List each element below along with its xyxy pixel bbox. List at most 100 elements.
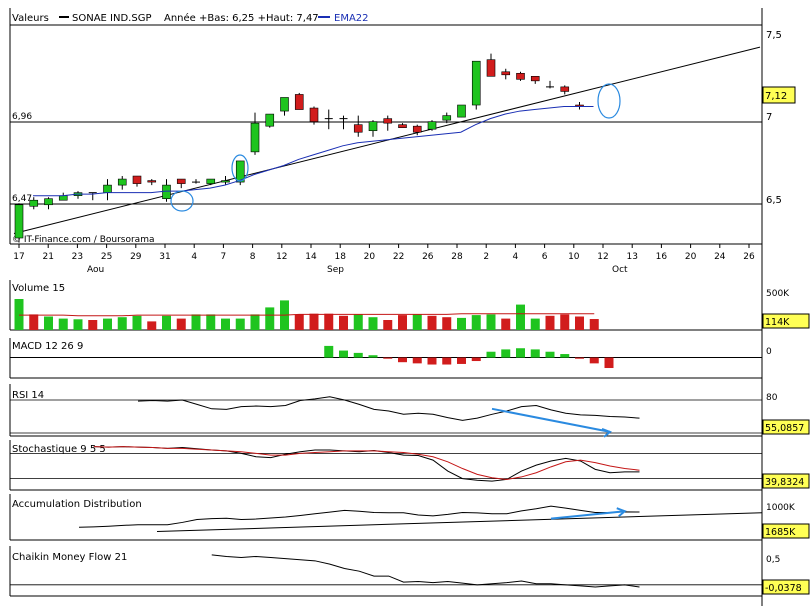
candle-up: [471, 60, 481, 106]
candle-down: [147, 180, 157, 183]
candle-down: [560, 86, 570, 92]
candle-up: [58, 195, 68, 201]
volume-bar: [162, 315, 171, 330]
month-label-sep: Sep: [327, 265, 344, 275]
macd-bar: [486, 351, 496, 358]
volume-bar: [250, 314, 260, 330]
candle-up: [44, 198, 53, 206]
x-tick-label: 29: [130, 252, 142, 262]
volume-bar: [368, 317, 378, 330]
panel-tick: 500K: [766, 289, 790, 299]
panel-current-value: 39,8324: [765, 477, 804, 488]
volume-bar: [265, 307, 275, 330]
candle-up: [103, 184, 112, 193]
volume-bar: [339, 315, 348, 330]
volume-bar: [398, 315, 407, 330]
volume-bar: [486, 314, 496, 330]
volume-bar: [545, 315, 555, 330]
volume-bar: [44, 316, 53, 330]
panel-title: Chaikin Money Flow 21: [12, 552, 127, 563]
panel-tick: 80: [766, 393, 778, 403]
volume-bar: [530, 318, 540, 330]
copyright: © IT-Finance.com / Boursorama: [12, 235, 154, 245]
panel-tick: 0: [766, 347, 772, 357]
volume-bar: [117, 317, 127, 330]
macd-bar: [560, 354, 570, 358]
volume-bar: [457, 317, 466, 330]
macd-bar: [471, 357, 481, 362]
legend-ema: EMA22: [334, 13, 369, 24]
candle-up: [250, 122, 260, 153]
candle-up: [427, 121, 437, 130]
x-tick-label: 23: [72, 252, 83, 262]
candle-down: [294, 94, 304, 110]
volume-bar: [176, 318, 186, 330]
volume-bar: [14, 299, 24, 330]
price-tick-1: 7,5: [766, 30, 782, 41]
candle-up: [117, 178, 127, 186]
chart-svg: Valeurs SONAE IND.SGP Année +Bas: 6,25 +…: [0, 0, 812, 606]
candle-down: [353, 124, 363, 133]
x-tick-label: 26: [422, 252, 434, 262]
panel-title: Volume 15: [12, 283, 65, 294]
level-label-1: 6,96: [12, 112, 32, 122]
volume-bar: [412, 314, 422, 330]
x-tick-label: 4: [191, 252, 197, 262]
x-tick-label: 22: [393, 252, 404, 262]
candle-up: [280, 97, 289, 112]
volume-bar: [383, 320, 393, 330]
macd-bar: [383, 357, 393, 359]
x-tick-label: 25: [101, 252, 112, 262]
candle-up: [442, 115, 452, 121]
x-tick-label: 12: [597, 252, 608, 262]
x-tick-label: 16: [656, 252, 668, 262]
price-tick-3: 6,5: [766, 195, 782, 206]
legend-range: Année +Bas: 6,25 +Haut: 7,47: [164, 12, 319, 24]
candle-down: [132, 175, 142, 184]
volume-bar: [73, 319, 83, 330]
level-label-2: 6,47: [12, 194, 32, 204]
macd-bar: [412, 357, 422, 364]
macd-bar: [501, 349, 511, 358]
panel-current-value: 1685K: [765, 527, 796, 538]
macd-bar: [589, 357, 599, 364]
volume-bar: [103, 318, 112, 330]
x-tick-label: 26: [743, 252, 755, 262]
candle-down: [309, 107, 319, 122]
candle-up: [206, 178, 216, 184]
legend-prefix: Valeurs: [12, 13, 49, 24]
x-tick-label: 13: [626, 252, 637, 262]
macd-bar: [368, 355, 378, 358]
candle-up: [29, 199, 39, 207]
candle-down: [176, 178, 186, 184]
candle-up: [162, 184, 171, 200]
candle-down: [530, 76, 540, 82]
x-tick-label: 21: [42, 252, 53, 262]
x-tick-label: 20: [364, 252, 376, 262]
volume-bar: [442, 317, 452, 330]
x-tick-label: 6: [542, 252, 548, 262]
volume-bar: [516, 304, 525, 330]
panel-tick: 0,5: [766, 555, 780, 565]
x-tick-label: 20: [685, 252, 697, 262]
x-tick-label: 10: [568, 252, 580, 262]
candle-up: [221, 180, 230, 183]
volume-bar: [294, 314, 304, 330]
volume-bar: [575, 316, 584, 330]
volume-bar: [501, 318, 511, 330]
volume-bar: [147, 321, 157, 330]
volume-bar: [206, 314, 216, 330]
volume-bar: [235, 318, 245, 330]
panel-title: Accumulation Distribution: [12, 499, 142, 510]
price-tick-2: 7: [766, 112, 772, 123]
candle-up: [457, 104, 466, 118]
macd-bar: [427, 357, 437, 365]
x-tick-label: 8: [250, 252, 256, 262]
volume-bar: [191, 314, 201, 330]
panel-tick: 1000K: [766, 503, 796, 513]
legend-symbol: SONAE IND.SGP: [72, 13, 151, 24]
x-tick-label: 7: [221, 252, 227, 262]
candle-down: [486, 59, 496, 77]
volume-bar: [58, 318, 68, 330]
macd-bar: [398, 357, 407, 363]
